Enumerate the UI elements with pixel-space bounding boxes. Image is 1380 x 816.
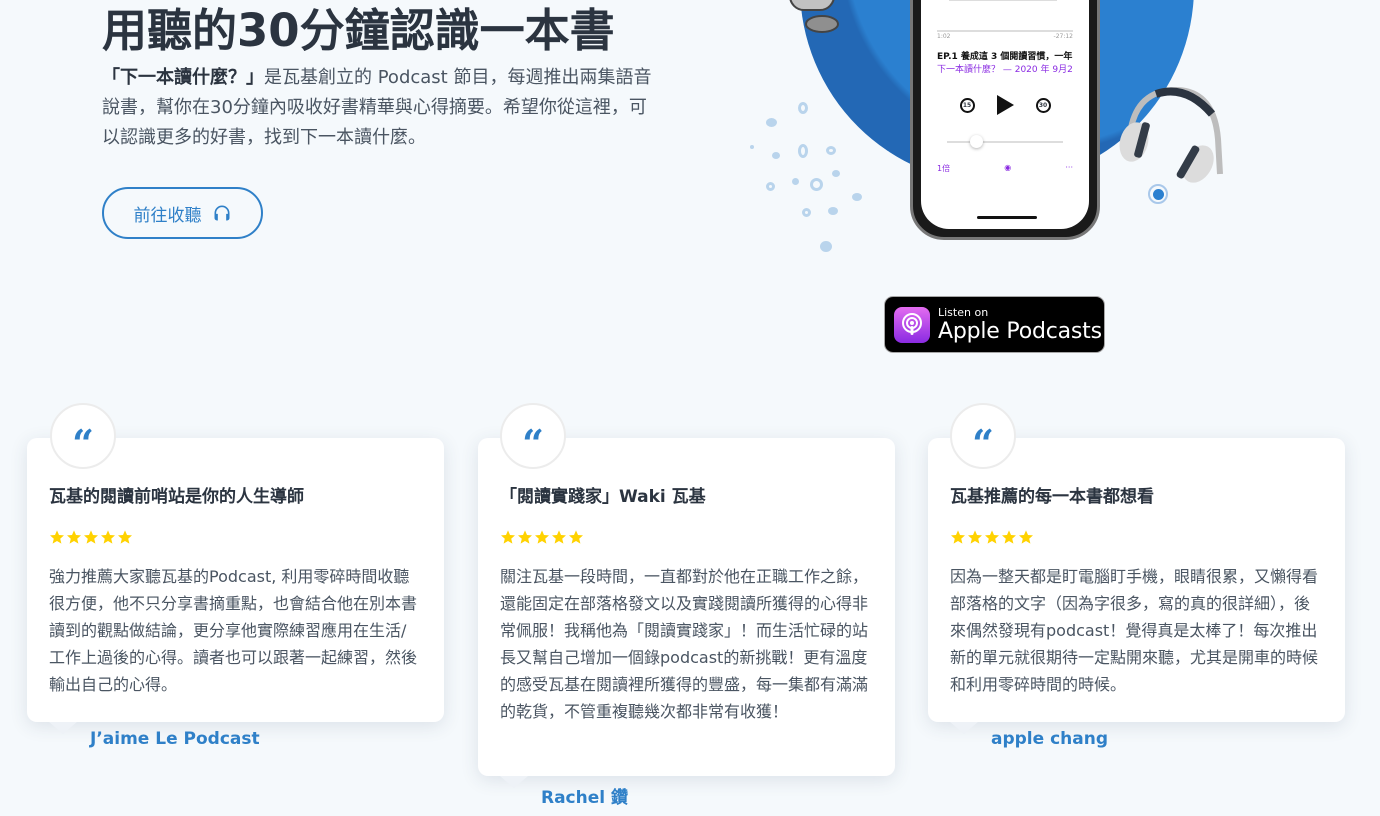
play-icon [996, 95, 1014, 115]
more-icon: ··· [1065, 163, 1073, 172]
podcast-illustration: 閱讀前哨站 1:02 -27:12 EP.1 養成這 3 個閱讀習慣，一年 下一… [740, 0, 1240, 260]
listen-now-label: 前往收聽 [133, 205, 202, 226]
star-icon [1002, 530, 1016, 544]
skip-back-icon: 15 [959, 97, 975, 113]
testimonial-text: 關注瓦基一段時間，一直都對於他在正職工作之餘，還能固定在部落格發文以及實踐閱讀所… [500, 567, 869, 721]
microphone-icon [789, 0, 839, 33]
star-icon [968, 530, 982, 544]
testimonial-card: 瓦基的閱讀前哨站是你的人生導師 強力推薦大家聽瓦基的Podcast, 利用零碎時… [27, 438, 444, 722]
decor-dot [750, 145, 754, 149]
star-icon [1019, 530, 1033, 544]
hero-description: 「下一本讀什麼？」是瓦基創立的 Podcast 節目，每週推出兩集語音說書，幫你… [102, 63, 662, 153]
testimonial-title: 瓦基的閱讀前哨站是你的人生導師 [49, 487, 304, 507]
apple-badge-small-text: Listen on [938, 305, 989, 319]
star-icon [50, 530, 64, 544]
show-name: 「下一本讀什麼？」 [102, 67, 264, 88]
episode-title: EP.1 養成這 3 個閱讀習慣，一年 [937, 52, 1073, 62]
episode-progress-bar [937, 30, 1073, 32]
skip-forward-icon: 30 [1035, 97, 1051, 113]
decor-ring [766, 182, 775, 191]
decor-target-dot [1148, 184, 1168, 204]
star-icon [552, 530, 566, 544]
decor-ring [810, 178, 823, 191]
testimonial-text: 強力推薦大家聽瓦基的Podcast, 利用零碎時間收聽很方便，他不只分享書摘重點… [49, 567, 418, 694]
testimonial-author: apple chang [991, 729, 1109, 749]
episode-subtitle: 下一本讀什麼？ — 2020 年 9月2 [937, 65, 1073, 75]
time-elapsed: 1:02 [937, 33, 951, 40]
star-icon [535, 530, 549, 544]
quote-icon: “ [950, 403, 1016, 469]
phone-screen: 閱讀前哨站 1:02 -27:12 EP.1 養成這 3 個閱讀習慣，一年 下一… [921, 0, 1089, 229]
star-rating [500, 529, 873, 545]
apple-podcasts-icon [894, 306, 930, 343]
decor-dot [772, 152, 780, 159]
decor-dot [766, 118, 777, 127]
apple-podcasts-badge[interactable]: Listen on Apple Podcasts [884, 296, 1105, 353]
decor-ring [802, 208, 811, 217]
podcast-cover-art: 閱讀前哨站 [949, 0, 1057, 1]
airplay-icon: ◉ [1004, 163, 1012, 172]
hero-title: 用聽的30分鐘認識一本書 [102, 4, 615, 57]
listen-now-button[interactable]: 前往收聽 [102, 187, 263, 239]
testimonial-text: 因為一整天都是盯電腦盯手機，眼睛很累，又懶得看部落格的文字（因為字很多，寫的真的… [950, 567, 1319, 694]
decor-dot [792, 178, 799, 185]
headphones-icon [214, 205, 229, 221]
testimonial-title: 「閱讀實踐家」Waki 瓦基 [500, 487, 706, 507]
card-pointer [950, 722, 978, 734]
decor-dot [832, 170, 840, 177]
apple-badge-big-text: Apple Podcasts [938, 318, 1102, 344]
home-indicator [977, 216, 1037, 219]
star-icon [118, 530, 132, 544]
testimonial-author: Rachel 鑽 [541, 788, 629, 808]
star-icon [84, 530, 98, 544]
decor-dot [852, 193, 862, 201]
volume-slider [947, 141, 1063, 143]
star-icon [67, 530, 81, 544]
player-bottom-row: 1倍 ◉ ··· [937, 163, 1073, 174]
star-icon [518, 530, 532, 544]
testimonial-title: 瓦基推薦的每一本書都想看 [950, 487, 1154, 507]
star-icon [101, 530, 115, 544]
decor-ring [798, 144, 808, 158]
quote-icon: “ [50, 403, 116, 469]
star-icon [951, 530, 965, 544]
star-rating [49, 529, 422, 545]
time-remaining: -27:12 [1053, 33, 1073, 40]
testimonial-card: 瓦基推薦的每一本書都想看 因為一整天都是盯電腦盯手機，眼睛很累，又懶得看部落格的… [928, 438, 1345, 722]
card-pointer [500, 776, 528, 788]
playback-speed: 1倍 [937, 164, 951, 173]
quote-icon: “ [500, 403, 566, 469]
star-icon [569, 530, 583, 544]
decor-ring [826, 146, 836, 155]
star-icon [985, 530, 999, 544]
star-rating [950, 529, 1323, 545]
star-icon [501, 530, 515, 544]
testimonial-author: J’aime Le Podcast [90, 729, 260, 749]
decor-ring [798, 102, 808, 114]
headphones-illustration [1119, 86, 1223, 183]
card-pointer [49, 722, 77, 734]
decor-dot [820, 241, 832, 252]
decor-dot [828, 207, 838, 215]
player-controls: 15 30 [921, 95, 1089, 115]
phone-mockup: 閱讀前哨站 1:02 -27:12 EP.1 養成這 3 個閱讀習慣，一年 下一… [910, 0, 1100, 240]
volume-knob [969, 135, 983, 148]
testimonial-card: 「閱讀實踐家」Waki 瓦基 關注瓦基一段時間，一直都對於他在正職工作之餘，還能… [478, 438, 895, 776]
